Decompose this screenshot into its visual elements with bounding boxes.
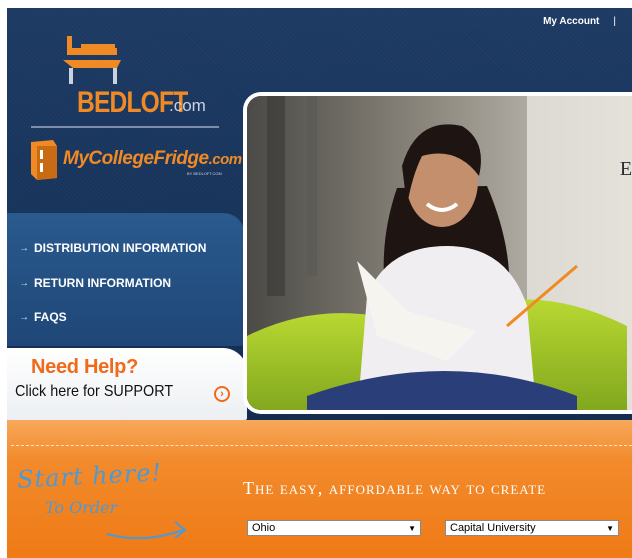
school-select[interactable]: Capital University ▼ <box>445 520 619 536</box>
support-help-box[interactable]: Need Help? Click here for SUPPORT › <box>7 348 247 420</box>
top-nav: My Account | <box>543 16 616 27</box>
fridge-byline: BY BEDLOFT.COM <box>187 171 222 176</box>
nav-distribution-information[interactable]: → DISTRIBUTION INFORMATION <box>19 241 206 255</box>
nav-item-label: DISTRIBUTION INFORMATION <box>34 241 207 255</box>
start-here-script: Start here! <box>16 458 163 494</box>
swoosh-arrow-icon <box>106 521 187 540</box>
dashed-divider <box>11 445 632 446</box>
fridge-wordmark: MyCollegeFridge.com <box>63 148 242 169</box>
nav-item-label: FAQS <box>34 310 67 324</box>
nav-return-information[interactable]: → RETURN INFORMATION <box>19 276 171 290</box>
arrow-right-icon: → <box>19 311 29 323</box>
bedloft-logo[interactable]: BEDLOFT .com <box>59 34 229 134</box>
arrow-right-icon: → <box>19 277 29 289</box>
chevron-down-icon: ▼ <box>606 523 614 533</box>
logo-divider <box>31 126 219 128</box>
bedloft-domain: .com <box>169 96 206 115</box>
nav-item-label: RETURN INFORMATION <box>34 276 172 290</box>
help-title: Need Help? <box>31 356 139 378</box>
nav-separator: | <box>613 16 616 27</box>
fridge-icon <box>31 140 57 180</box>
school-select-value: Capital University <box>450 522 536 534</box>
page: My Account | BEDLOFT .com MyCollegeFridg… <box>7 8 632 558</box>
state-select[interactable]: Ohio ▼ <box>247 520 421 536</box>
help-subtitle: Click here for SUPPORT <box>15 383 174 400</box>
nav-faqs[interactable]: → FAQS <box>19 310 67 324</box>
chevron-down-icon: ▼ <box>408 523 416 533</box>
hero-caption: Ea <box>619 158 632 180</box>
side-nav: → DISTRIBUTION INFORMATION → RETURN INFO… <box>7 213 245 346</box>
order-band: Start here! To Order The easy, affordabl… <box>7 420 632 558</box>
arrow-right-icon: → <box>19 242 29 254</box>
mycollegefridge-logo[interactable]: MyCollegeFridge.com BY BEDLOFT.COM <box>27 138 242 186</box>
tagline: The easy, affordable way to create <box>243 478 547 498</box>
bed-icon <box>63 36 121 84</box>
student-photo <box>247 96 632 410</box>
chevron-circle-right-icon[interactable]: › <box>214 386 230 402</box>
my-account-link[interactable]: My Account <box>543 16 599 27</box>
hero-image: Ea <box>243 92 632 414</box>
state-select-value: Ohio <box>252 522 276 534</box>
